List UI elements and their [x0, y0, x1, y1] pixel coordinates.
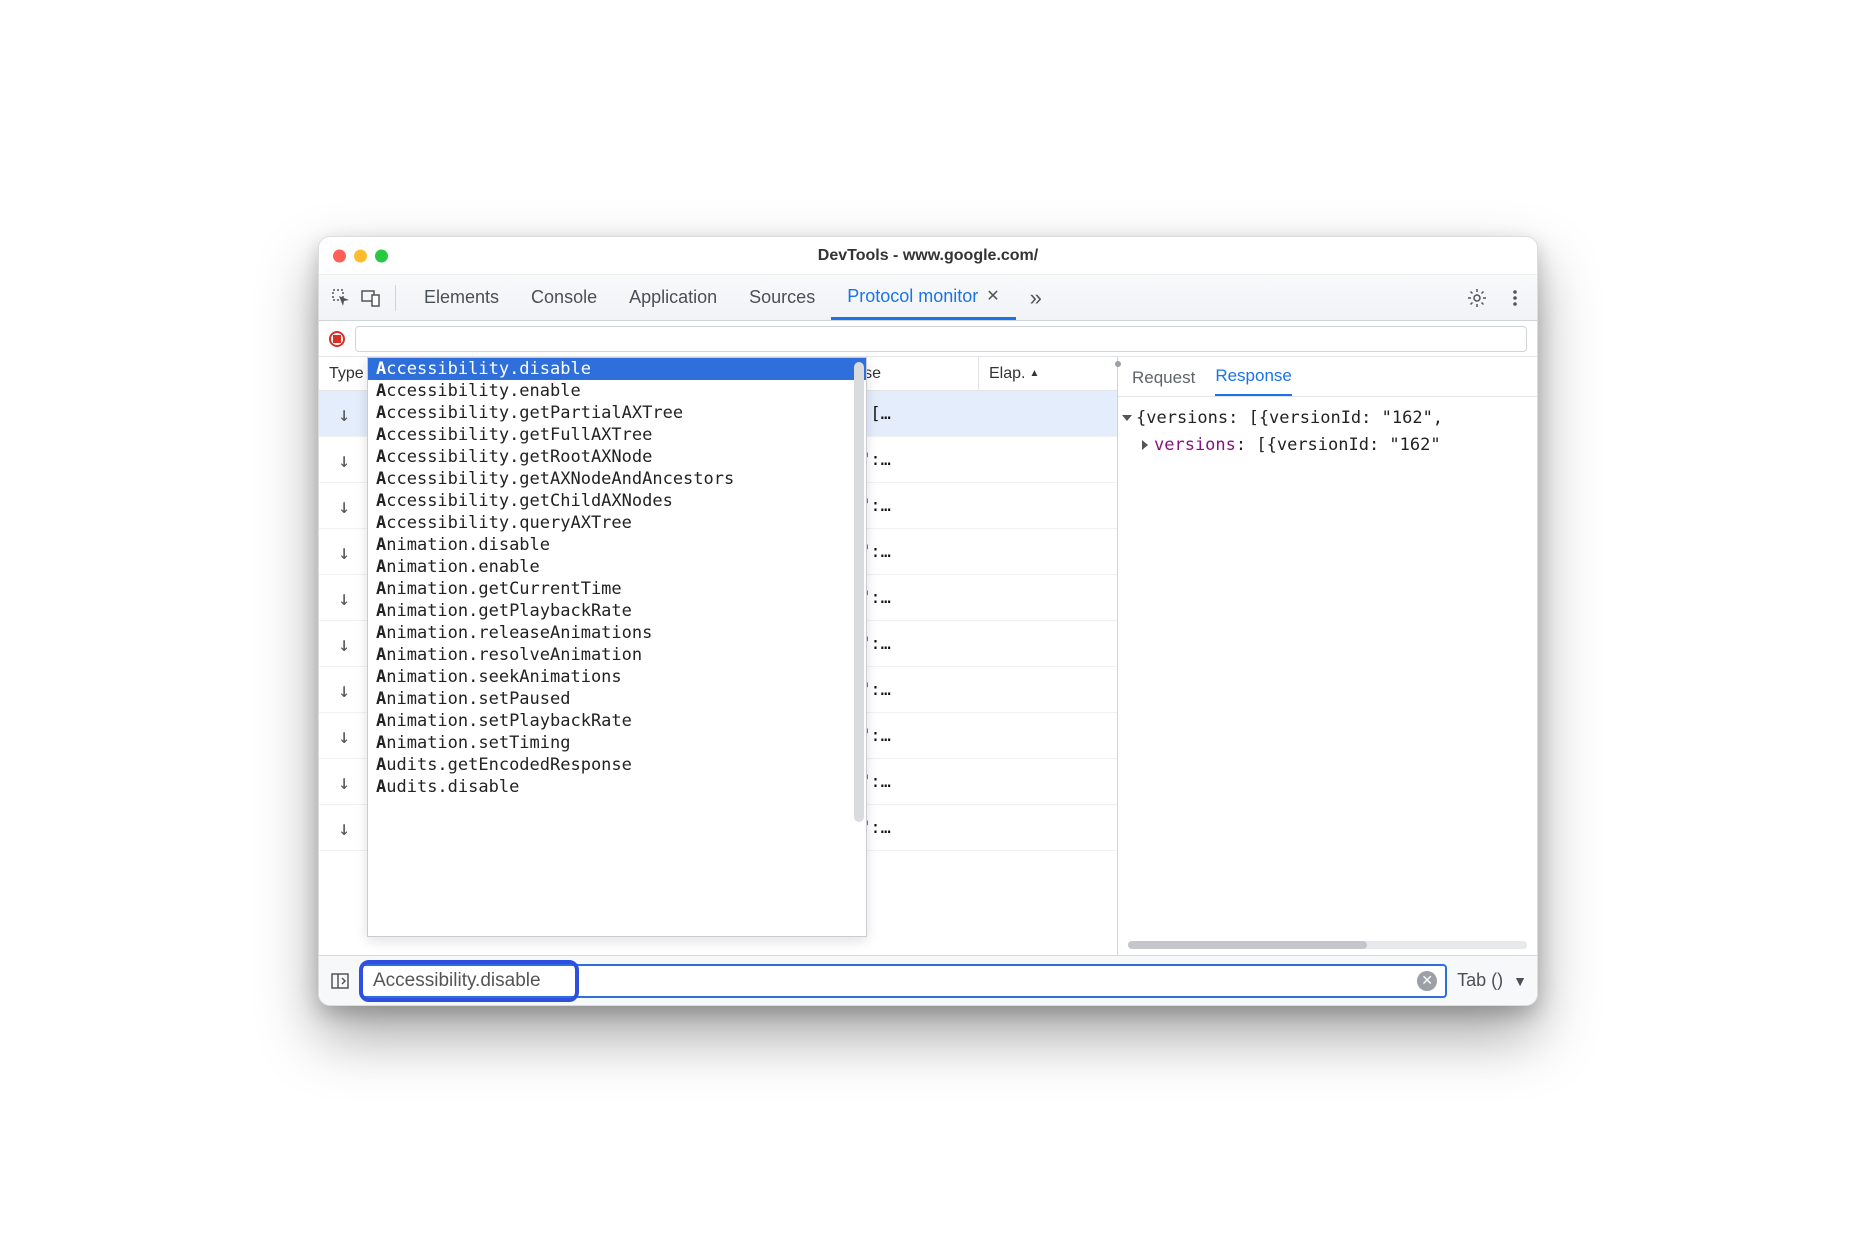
- autocomplete-item[interactable]: Audits.disable: [368, 776, 866, 798]
- autocomplete-item[interactable]: Accessibility.getChildAXNodes: [368, 490, 866, 512]
- kebab-menu-icon[interactable]: [1503, 286, 1527, 310]
- autocomplete-item[interactable]: Animation.releaseAnimations: [368, 622, 866, 644]
- arrow-down-icon: ↓: [338, 678, 350, 702]
- autocomplete-item[interactable]: Accessibility.getFullAXTree: [368, 424, 866, 446]
- filter-bar: [319, 321, 1537, 357]
- autocomplete-item[interactable]: Animation.enable: [368, 556, 866, 578]
- more-tabs-button[interactable]: »: [1022, 285, 1050, 311]
- autocomplete-hint[interactable]: Tab () ▼: [1457, 970, 1527, 991]
- resize-handle[interactable]: [1114, 357, 1122, 955]
- filter-input[interactable]: [355, 326, 1527, 352]
- tab-protocol-monitor[interactable]: Protocol monitor✕: [831, 275, 1015, 320]
- autocomplete-item[interactable]: Accessibility.enable: [368, 380, 866, 402]
- arrow-down-icon: ↓: [338, 494, 350, 518]
- arrow-down-icon: ↓: [338, 816, 350, 840]
- col-type[interactable]: Type: [319, 357, 369, 390]
- command-bar: Accessibility.disable ✕ Tab () ▼: [319, 955, 1537, 1005]
- tab-application[interactable]: Application: [613, 275, 733, 320]
- clear-input-icon[interactable]: ✕: [1417, 971, 1437, 991]
- autocomplete-item[interactable]: Animation.setPaused: [368, 688, 866, 710]
- maximize-window-button[interactable]: [375, 249, 388, 262]
- side-panel: Request Response {versions: [{versionId:…: [1117, 357, 1537, 955]
- arrow-down-icon: ↓: [338, 632, 350, 656]
- inspect-icon[interactable]: [329, 286, 353, 310]
- side-tabs: Request Response: [1118, 357, 1537, 397]
- autocomplete-popup: Accessibility.disableAccessibility.enabl…: [367, 357, 867, 937]
- chevron-down-icon: ▼: [1513, 973, 1527, 989]
- autocomplete-item[interactable]: Animation.resolveAnimation: [368, 644, 866, 666]
- record-icon[interactable]: [329, 331, 345, 347]
- devtools-window: DevTools - www.google.com/ ElementsConso…: [318, 236, 1538, 1006]
- scrollbar[interactable]: [854, 362, 864, 822]
- autocomplete-item[interactable]: Accessibility.getRootAXNode: [368, 446, 866, 468]
- autocomplete-item[interactable]: Animation.setPlaybackRate: [368, 710, 866, 732]
- col-elapsed[interactable]: Elap.▲: [979, 357, 1117, 390]
- toggle-drawer-icon[interactable]: [329, 970, 351, 992]
- json-row[interactable]: versions: [{versionId: "162": [1124, 432, 1531, 459]
- arrow-down-icon: ↓: [338, 540, 350, 564]
- device-toolbar-icon[interactable]: [359, 286, 383, 310]
- panel-tabbar: ElementsConsoleApplicationSourcesProtoco…: [319, 275, 1537, 321]
- disclosure-triangle-icon[interactable]: [1142, 440, 1148, 450]
- arrow-down-icon: ↓: [338, 724, 350, 748]
- autocomplete-item[interactable]: Animation.getCurrentTime: [368, 578, 866, 600]
- command-input[interactable]: Accessibility.disable ✕: [361, 964, 1447, 998]
- main-area: Type Method Response Elap.▲ ↓ions":[…↓es…: [319, 357, 1537, 955]
- autocomplete-item[interactable]: Accessibility.getPartialAXTree: [368, 402, 866, 424]
- minimize-window-button[interactable]: [354, 249, 367, 262]
- titlebar: DevTools - www.google.com/: [319, 237, 1537, 275]
- tab-response[interactable]: Response: [1215, 366, 1292, 396]
- sort-icon: ▲: [1029, 368, 1039, 379]
- tab-elements[interactable]: Elements: [408, 275, 515, 320]
- arrow-down-icon: ↓: [338, 586, 350, 610]
- autocomplete-item[interactable]: Accessibility.queryAXTree: [368, 512, 866, 534]
- close-window-button[interactable]: [333, 249, 346, 262]
- tab-console[interactable]: Console: [515, 275, 613, 320]
- autocomplete-item[interactable]: Animation.setTiming: [368, 732, 866, 754]
- response-body: {versions: [{versionId: "162", versions:…: [1118, 397, 1537, 467]
- autocomplete-item[interactable]: Audits.getEncodedResponse: [368, 754, 866, 776]
- autocomplete-item[interactable]: Animation.seekAnimations: [368, 666, 866, 688]
- tab-sources[interactable]: Sources: [733, 275, 831, 320]
- window-controls: [333, 249, 388, 262]
- arrow-down-icon: ↓: [338, 448, 350, 472]
- arrow-down-icon: ↓: [338, 770, 350, 794]
- horizontal-scrollbar[interactable]: [1128, 941, 1527, 949]
- window-title: DevTools - www.google.com/: [818, 247, 1038, 265]
- disclosure-triangle-icon[interactable]: [1122, 415, 1132, 421]
- protocol-grid: Type Method Response Elap.▲ ↓ions":[…↓es…: [319, 357, 1117, 955]
- settings-icon[interactable]: [1465, 286, 1489, 310]
- tab-request[interactable]: Request: [1132, 368, 1195, 396]
- autocomplete-item[interactable]: Animation.getPlaybackRate: [368, 600, 866, 622]
- autocomplete-item[interactable]: Accessibility.disable: [368, 358, 866, 380]
- autocomplete-item[interactable]: Accessibility.getAXNodeAndAncestors: [368, 468, 866, 490]
- command-input-value: Accessibility.disable: [373, 970, 541, 992]
- separator: [395, 285, 396, 311]
- close-tab-icon[interactable]: ✕: [986, 286, 999, 306]
- json-row[interactable]: {versions: [{versionId: "162",: [1124, 405, 1531, 432]
- arrow-down-icon: ↓: [338, 402, 350, 426]
- autocomplete-item[interactable]: Animation.disable: [368, 534, 866, 556]
